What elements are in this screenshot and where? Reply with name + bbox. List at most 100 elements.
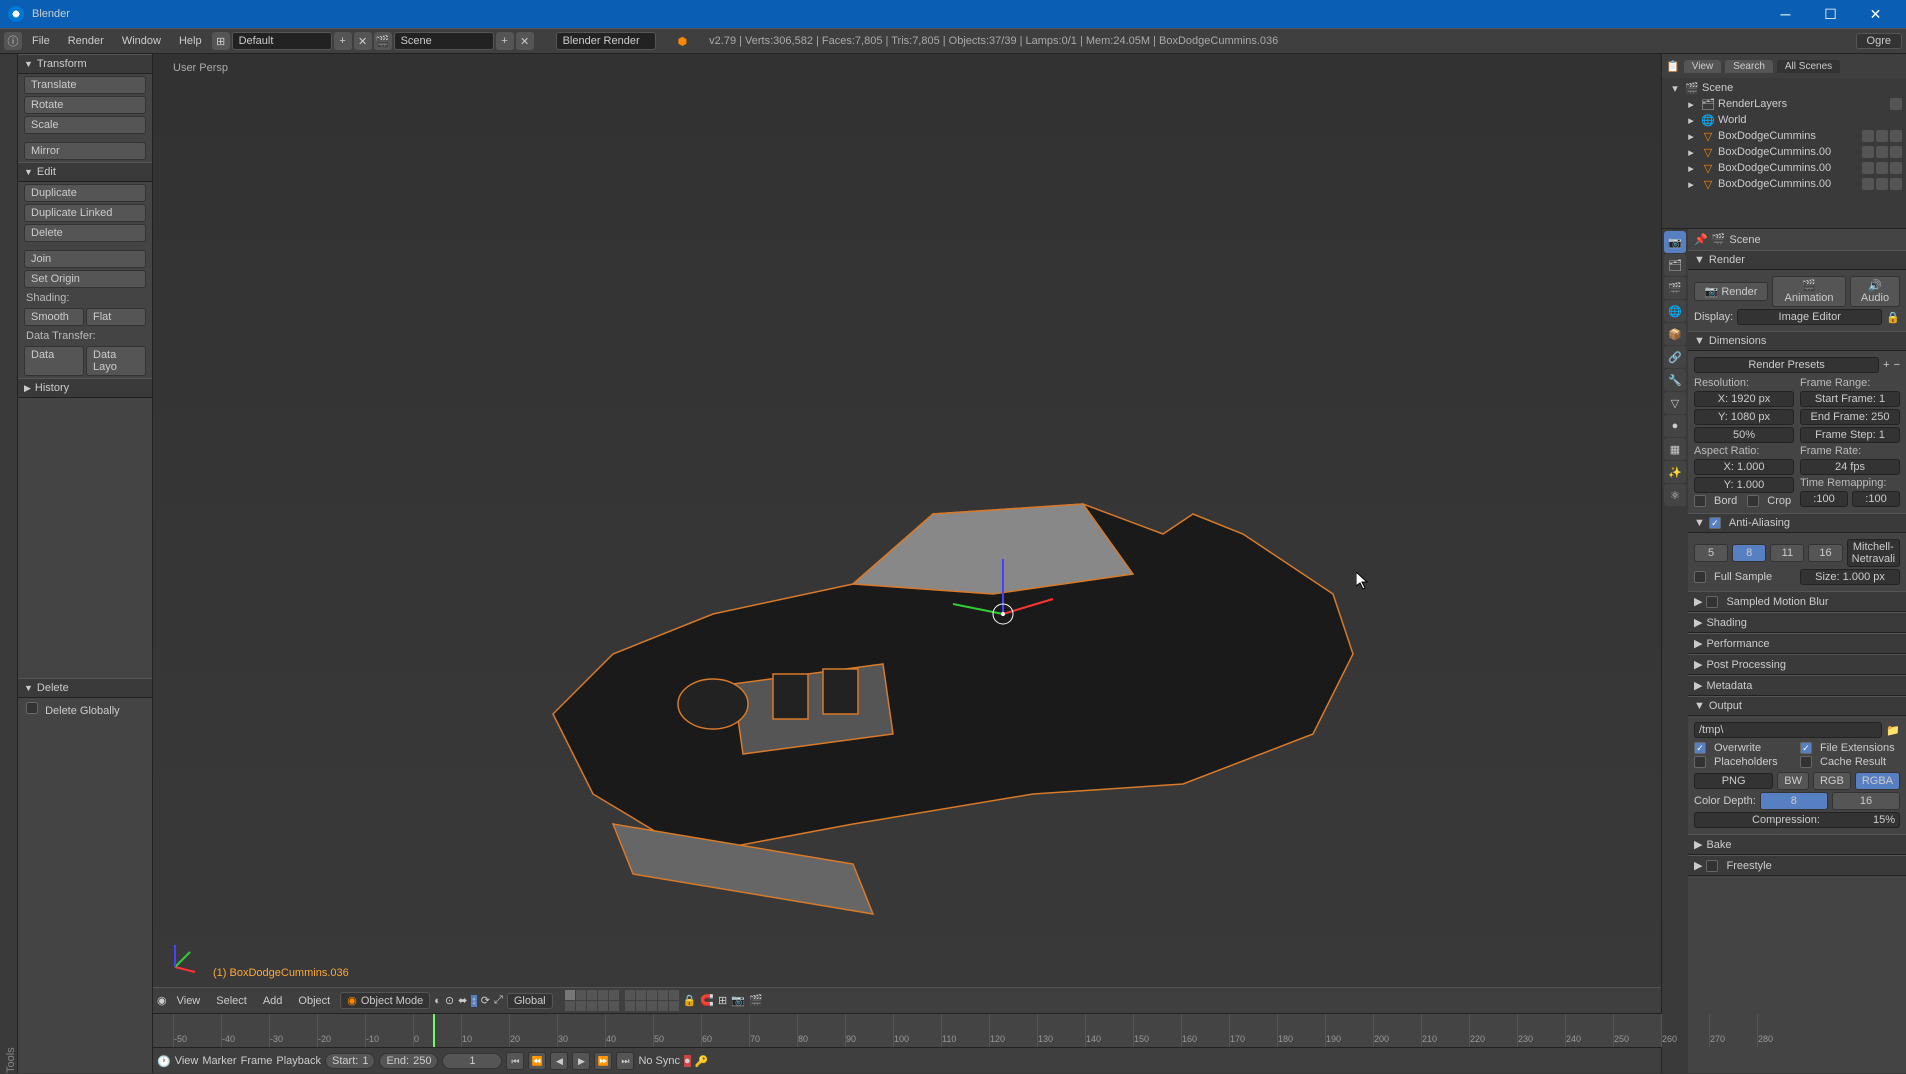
view3d-editor-icon[interactable]: ◉ [157,994,167,1007]
manipulator-translate-icon[interactable]: ↕ [471,995,477,1007]
duplicate-linked-button[interactable]: Duplicate Linked [24,204,146,222]
tab-material-icon[interactable]: ● [1664,415,1686,437]
preset-remove-icon[interactable]: − [1894,359,1900,371]
res-y-field[interactable]: Y: 1080 px [1694,409,1794,425]
jump-end-icon[interactable]: ⏭ [616,1052,634,1070]
border-checkbox[interactable] [1694,495,1706,507]
file-ext-checkbox[interactable] [1800,742,1812,754]
ogre-button[interactable]: Ogre [1856,33,1902,49]
play-icon[interactable]: ▶ [572,1052,590,1070]
tl-menu-playback[interactable]: Playback [276,1055,321,1067]
start-frame-field[interactable]: Start:1 [325,1053,375,1069]
output-panel-header[interactable]: ▼Output [1688,696,1906,716]
remap-old-field[interactable]: :100 [1800,491,1848,507]
translate-button[interactable]: Translate [24,76,146,94]
animation-button[interactable]: 🎬 Animation [1772,276,1846,307]
tab-constraints-icon[interactable]: 🔗 [1664,346,1686,368]
join-button[interactable]: Join [24,250,146,268]
timeline-cursor[interactable] [433,1014,435,1047]
remove-scene-icon[interactable]: ✕ [516,32,534,50]
aa-panel-header[interactable]: ▼Anti-Aliasing [1688,513,1906,533]
performance-header[interactable]: ▶Performance [1688,633,1906,654]
outliner-row[interactable]: ▸▽BoxDodgeCummins.00 [1664,176,1904,192]
display-dropdown[interactable]: Image Editor [1737,309,1882,325]
res-pct-field[interactable]: 50% [1694,427,1794,443]
shading-icon[interactable]: ◐ [434,995,441,1007]
outliner-row[interactable]: ▸🌐World [1664,112,1904,128]
aa-11-button[interactable]: 11 [1770,544,1804,562]
render-animation-icon[interactable]: 🎬 [749,994,763,1007]
aa-filter-dropdown[interactable]: Mitchell-Netravali [1847,539,1900,567]
keyframe-next-icon[interactable]: ⏩ [594,1052,612,1070]
duplicate-button[interactable]: Duplicate [24,184,146,202]
tab-scene-icon[interactable]: 🎬 [1664,277,1686,299]
flat-button[interactable]: Flat [86,308,146,326]
tab-physics-icon[interactable]: ⚛ [1664,484,1686,506]
framerate-dropdown[interactable]: 24 fps [1800,459,1900,475]
aa-size-field[interactable]: Size: 1.000 px [1800,569,1900,585]
outliner-row[interactable]: ▸▽BoxDodgeCummins.00 [1664,144,1904,160]
tl-menu-marker[interactable]: Marker [202,1055,236,1067]
post-processing-header[interactable]: ▶Post Processing [1688,654,1906,675]
add-layout-icon[interactable]: + [334,32,352,50]
pin-icon[interactable]: 📌 [1694,233,1708,246]
tab-render-layers-icon[interactable]: 🗂 [1664,254,1686,276]
lock-camera-icon[interactable]: 🔒 [683,994,697,1007]
maximize-button[interactable]: ☐ [1808,0,1853,28]
start-frame-field[interactable]: Start Frame: 1 [1800,391,1900,407]
frame-step-field[interactable]: Frame Step: 1 [1800,427,1900,443]
rgb-button[interactable]: RGB [1813,772,1851,790]
aa-16-button[interactable]: 16 [1808,544,1842,562]
transform-header[interactable]: ▼Transform [18,54,152,74]
bake-header[interactable]: ▶Bake [1688,834,1906,855]
scene-browse-icon[interactable]: 🎬 [374,32,392,50]
tab-tools[interactable]: Tools [5,64,17,1073]
minimize-button[interactable]: ─ [1763,0,1808,28]
keying-set-icon[interactable]: 🔑 [695,1055,709,1068]
screen-browse-icon[interactable]: ⊞ [212,32,230,50]
menu-select[interactable]: Select [210,993,253,1009]
add-scene-icon[interactable]: + [496,32,514,50]
placeholders-checkbox[interactable] [1694,756,1706,768]
aa-checkbox[interactable] [1709,517,1721,529]
motion-blur-header[interactable]: ▶Sampled Motion Blur [1688,591,1906,612]
crop-checkbox[interactable] [1747,495,1759,507]
timeline-editor-icon[interactable]: 🕐 [157,1055,171,1068]
jump-start-icon[interactable]: ⏮ [506,1052,524,1070]
menu-add[interactable]: Add [257,993,289,1009]
render-preview-icon[interactable]: 📷 [731,994,745,1007]
menu-object[interactable]: Object [292,993,336,1009]
tab-data-icon[interactable]: ▽ [1664,392,1686,414]
menu-file[interactable]: File [24,33,58,49]
menu-render[interactable]: Render [60,33,112,49]
render-panel-header[interactable]: ▼Render [1688,250,1906,270]
outliner-tab-search[interactable]: Search [1725,60,1773,73]
render-button[interactable]: 📷 Render [1694,282,1768,301]
render-engine-field[interactable]: Blender Render [556,32,656,50]
aspect-x-field[interactable]: X: 1.000 [1694,459,1794,475]
layout-field[interactable]: Default [232,32,332,50]
compression-field[interactable]: Compression: 15% [1694,812,1900,828]
data-button[interactable]: Data [24,346,84,376]
delete-globally-checkbox[interactable] [26,702,38,714]
overwrite-checkbox[interactable] [1694,742,1706,754]
tab-render-icon[interactable]: 📷 [1664,231,1686,253]
full-sample-checkbox[interactable] [1694,571,1706,583]
res-x-field[interactable]: X: 1920 px [1694,391,1794,407]
manipulator-icon[interactable]: ⬌ [458,994,467,1007]
outliner-tree[interactable]: ▾🎬Scene▸🗂RenderLayers▸🌐World▸▽BoxDodgeCu… [1662,78,1906,228]
outliner-row[interactable]: ▾🎬Scene [1664,80,1904,96]
play-reverse-icon[interactable]: ◀ [550,1052,568,1070]
metadata-header[interactable]: ▶Metadata [1688,675,1906,696]
tab-object-icon[interactable]: 📦 [1664,323,1686,345]
audio-button[interactable]: 🔊 Audio [1850,276,1900,307]
current-frame-field[interactable]: 1 [442,1053,502,1069]
scale-button[interactable]: Scale [24,116,146,134]
pivot-icon[interactable]: ⊙ [445,994,454,1007]
tab-world-icon[interactable]: 🌐 [1664,300,1686,322]
tab-particles-icon[interactable]: ✨ [1664,461,1686,483]
manipulator-rotate-icon[interactable]: ⟳ [481,994,490,1007]
editor-type-icon[interactable]: ⓘ [4,32,22,50]
depth-8-button[interactable]: 8 [1760,792,1828,810]
dimensions-panel-header[interactable]: ▼Dimensions [1688,331,1906,351]
